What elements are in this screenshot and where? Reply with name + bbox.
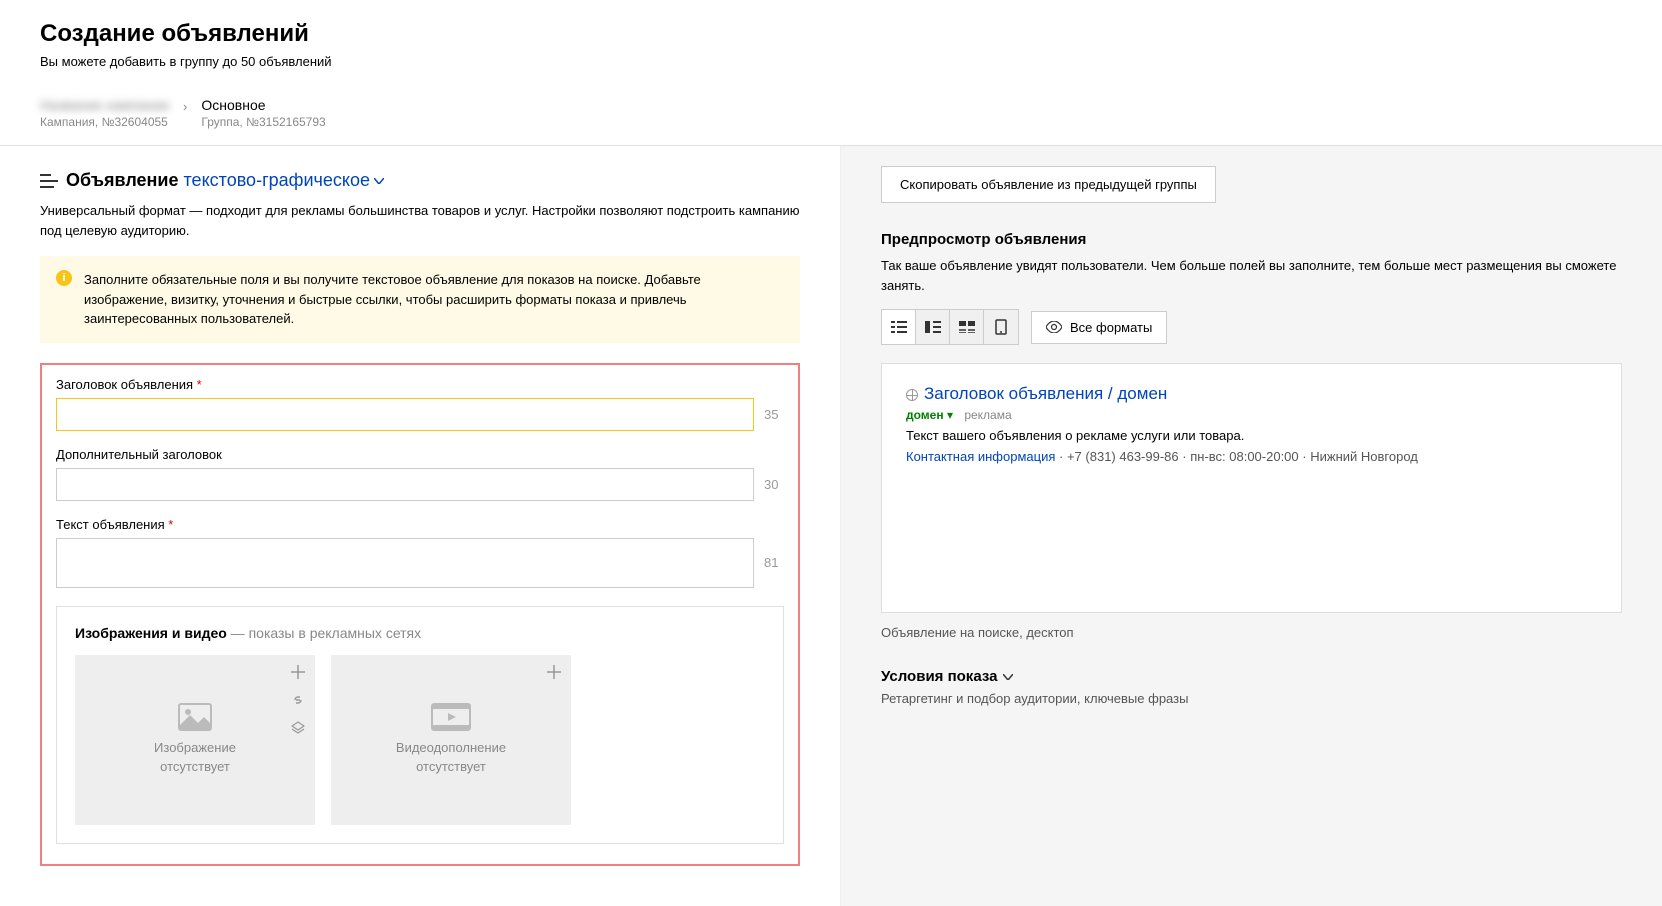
view-tabs bbox=[881, 309, 1019, 345]
view-tab-thumb[interactable] bbox=[916, 310, 950, 344]
preview-ad-text: Текст вашего объявления о рекламе услуги… bbox=[906, 428, 1597, 443]
ad-type-dropdown[interactable]: текстово-графическое bbox=[184, 170, 385, 191]
link-icon[interactable] bbox=[289, 691, 307, 709]
text-label: Текст объявления * bbox=[56, 517, 784, 532]
preview-domain: домен bbox=[906, 408, 944, 422]
format-description: Универсальный формат — подходит для рекл… bbox=[40, 201, 800, 240]
breadcrumb-group-name[interactable]: Основное bbox=[201, 97, 325, 113]
page-subtitle: Вы можете добавить в группу до 50 объявл… bbox=[40, 54, 1622, 69]
media-heading: Изображения и видео — показы в рекламных… bbox=[75, 625, 765, 641]
preview-card: Заголовок объявления / домен домен ▾ рек… bbox=[881, 363, 1622, 613]
image-placeholder-label: Изображениеотсутствует bbox=[154, 739, 236, 775]
required-fields-box: Заголовок объявления * 35 Дополнительный… bbox=[40, 363, 800, 866]
list-icon[interactable] bbox=[40, 174, 58, 188]
info-banner: i Заполните обязательные поля и вы получ… bbox=[40, 256, 800, 343]
subtitle-counter: 30 bbox=[764, 477, 784, 492]
ad-subtitle-input[interactable] bbox=[56, 468, 754, 501]
conditions-subtitle: Ретаргетинг и подбор аудитории, ключевые… bbox=[881, 691, 1622, 706]
preview-contact-link[interactable]: Контактная информация bbox=[906, 449, 1055, 464]
all-formats-button[interactable]: Все форматы bbox=[1031, 311, 1167, 344]
preview-ad-title: Заголовок объявления / домен bbox=[906, 384, 1597, 404]
view-tab-grid[interactable] bbox=[950, 310, 984, 344]
ad-title-input[interactable] bbox=[56, 398, 754, 431]
layers-icon[interactable] bbox=[289, 719, 307, 737]
preview-phone: +7 (831) 463-99-86 bbox=[1067, 449, 1179, 464]
preview-caption: Объявление на поиске, десктоп bbox=[881, 625, 1622, 640]
ad-heading: Объявление текстово-графическое bbox=[66, 170, 384, 191]
text-counter: 81 bbox=[764, 555, 784, 570]
title-label: Заголовок объявления * bbox=[56, 377, 784, 392]
preview-ad-badge: реклама bbox=[964, 408, 1011, 422]
breadcrumb-campaign-meta: Кампания, №32604055 bbox=[40, 115, 169, 129]
image-upload-card[interactable]: Изображениеотсутствует bbox=[75, 655, 315, 825]
subtitle-label: Дополнительный заголовок bbox=[56, 447, 784, 462]
preview-city: Нижний Новгород bbox=[1310, 449, 1418, 464]
breadcrumb: Название кампании Кампания, №32604055 › … bbox=[0, 85, 1662, 146]
globe-icon bbox=[906, 389, 918, 401]
conditions-toggle[interactable]: Условия показа bbox=[881, 668, 1622, 685]
add-icon[interactable] bbox=[289, 663, 307, 681]
image-placeholder-icon bbox=[178, 703, 212, 731]
breadcrumb-group-meta: Группа, №3152165793 bbox=[201, 115, 325, 129]
view-tab-list[interactable] bbox=[882, 310, 916, 344]
title-counter: 35 bbox=[764, 407, 784, 422]
copy-ad-button[interactable]: Скопировать объявление из предыдущей гру… bbox=[881, 166, 1216, 203]
preview-title: Предпросмотр объявления bbox=[881, 231, 1622, 248]
video-upload-card[interactable]: Видеодополнениеотсутствует bbox=[331, 655, 571, 825]
preview-description: Так ваше объявление увидят пользователи.… bbox=[881, 256, 1622, 295]
video-placeholder-icon bbox=[431, 703, 471, 731]
breadcrumb-campaign-name[interactable]: Название кампании bbox=[40, 97, 169, 113]
chevron-right-icon: › bbox=[183, 99, 187, 114]
preview-hours: пн-вс: 08:00-20:00 bbox=[1190, 449, 1298, 464]
chevron-down-icon bbox=[374, 178, 384, 184]
page-title: Создание объявлений bbox=[40, 20, 1622, 48]
media-section: Изображения и видео — показы в рекламных… bbox=[56, 606, 784, 844]
ad-text-input[interactable] bbox=[56, 538, 754, 588]
info-icon: i bbox=[56, 270, 72, 286]
chevron-down-icon bbox=[1003, 674, 1013, 680]
video-placeholder-label: Видеодополнениеотсутствует bbox=[396, 739, 506, 775]
eye-icon bbox=[1046, 321, 1062, 333]
view-tab-mobile[interactable] bbox=[984, 310, 1018, 344]
add-icon[interactable] bbox=[545, 663, 563, 681]
